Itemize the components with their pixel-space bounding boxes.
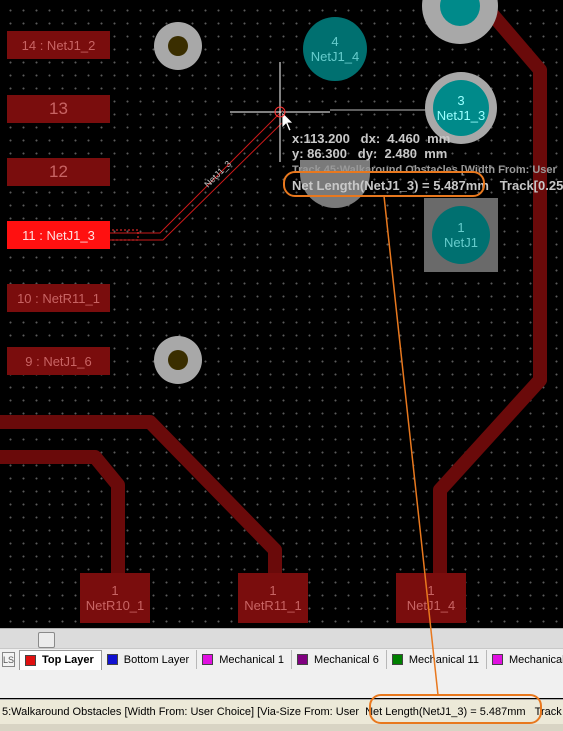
- status-bar: 5:Walkaround Obstacles [Width From: User…: [0, 699, 563, 725]
- pad-11-selected[interactable]: 11 : NetJ1_3: [7, 221, 110, 249]
- pad-10[interactable]: 10 : NetR11_1: [7, 284, 110, 312]
- layer-color-swatch: [25, 654, 37, 666]
- trace-left-lower: [0, 415, 282, 587]
- pad-bottom-j1-4[interactable]: 1 NetJ1_4: [396, 573, 466, 623]
- pad-bottom-r10[interactable]: 1 NetR10_1: [80, 573, 150, 623]
- pad-14[interactable]: 14 : NetJ1_2: [7, 31, 110, 59]
- pad-13[interactable]: 13: [7, 95, 110, 123]
- track-net-label: NetJ1_3: [202, 159, 233, 190]
- layer-color-swatch: [391, 654, 403, 665]
- layer-tab-mechanical-6[interactable]: Mechanical 6: [292, 650, 387, 669]
- track-netj1-3: [108, 109, 284, 234]
- hud-track-line: Track 45:Walkaround Obstacles [Width Fro…: [292, 164, 557, 176]
- thru-pad-1[interactable]: 1 NetJ1: [432, 206, 490, 264]
- hud-netlength-line: Net Length(NetJ1_3) = 5.487mm Track[0.25…: [292, 178, 563, 193]
- layer-tabs-bar: LS Top Layer Bottom Layer Mechanical 1 M…: [0, 648, 563, 671]
- hud-coords-line2: y: 86.300 dy: 2.480 mm: [292, 146, 448, 161]
- status-netlength: Net Length(NetJ1_3) = 5.487mm: [365, 706, 526, 718]
- layer-color-swatch: [297, 654, 309, 665]
- layer-color-swatch: [106, 654, 118, 665]
- layer-tab-top-layer[interactable]: Top Layer: [19, 649, 102, 670]
- layer-tab-bottom-layer[interactable]: Bottom Layer: [102, 650, 198, 669]
- trace-right-lower: [433, 373, 547, 587]
- via-hole-top[interactable]: [154, 22, 202, 70]
- layer-color-swatch: [202, 654, 214, 665]
- layer-tab-mechanical-11[interactable]: Mechanical 11: [387, 650, 487, 669]
- scrollbar-thumb[interactable]: [38, 632, 55, 648]
- status-prefix: 5:Walkaround Obstacles [Width From: User…: [2, 706, 359, 718]
- pcb-canvas[interactable]: NetJ1_3 14 : NetJ1_2 13 12 11 : NetJ1_3 …: [0, 0, 563, 628]
- pad-12[interactable]: 12: [7, 158, 110, 186]
- bottom-strip: [0, 724, 563, 731]
- panel-spacer: [0, 670, 563, 698]
- pad-bottom-r11[interactable]: 1 NetR11_1: [238, 573, 308, 623]
- via-hole-bottom[interactable]: [154, 336, 202, 384]
- thru-pad-3[interactable]: 3 NetJ1_3: [433, 80, 489, 136]
- layer-color-swatch: [491, 654, 503, 665]
- thru-pad-4[interactable]: 4 NetJ1_4: [303, 17, 367, 81]
- track-hatched-segment: [107, 229, 139, 241]
- status-suffix: Track: [534, 706, 562, 718]
- layer-tab-mechanical-1[interactable]: Mechanical 1: [197, 650, 293, 669]
- layer-tab-mechanical-13[interactable]: Mechanical 13: [487, 650, 563, 669]
- pad-9[interactable]: 9 : NetJ1_6: [7, 347, 110, 375]
- horizontal-scrollbar[interactable]: [0, 628, 563, 649]
- trace-left-mid: [0, 450, 125, 587]
- hud-coords-line1: x:113.200 dx: 4.460 mm: [292, 131, 451, 146]
- heads-up-display: x:113.200 dx: 4.460 mm y: 86.300 dy: 2.4…: [292, 131, 563, 193]
- ls-button[interactable]: LS: [2, 652, 16, 667]
